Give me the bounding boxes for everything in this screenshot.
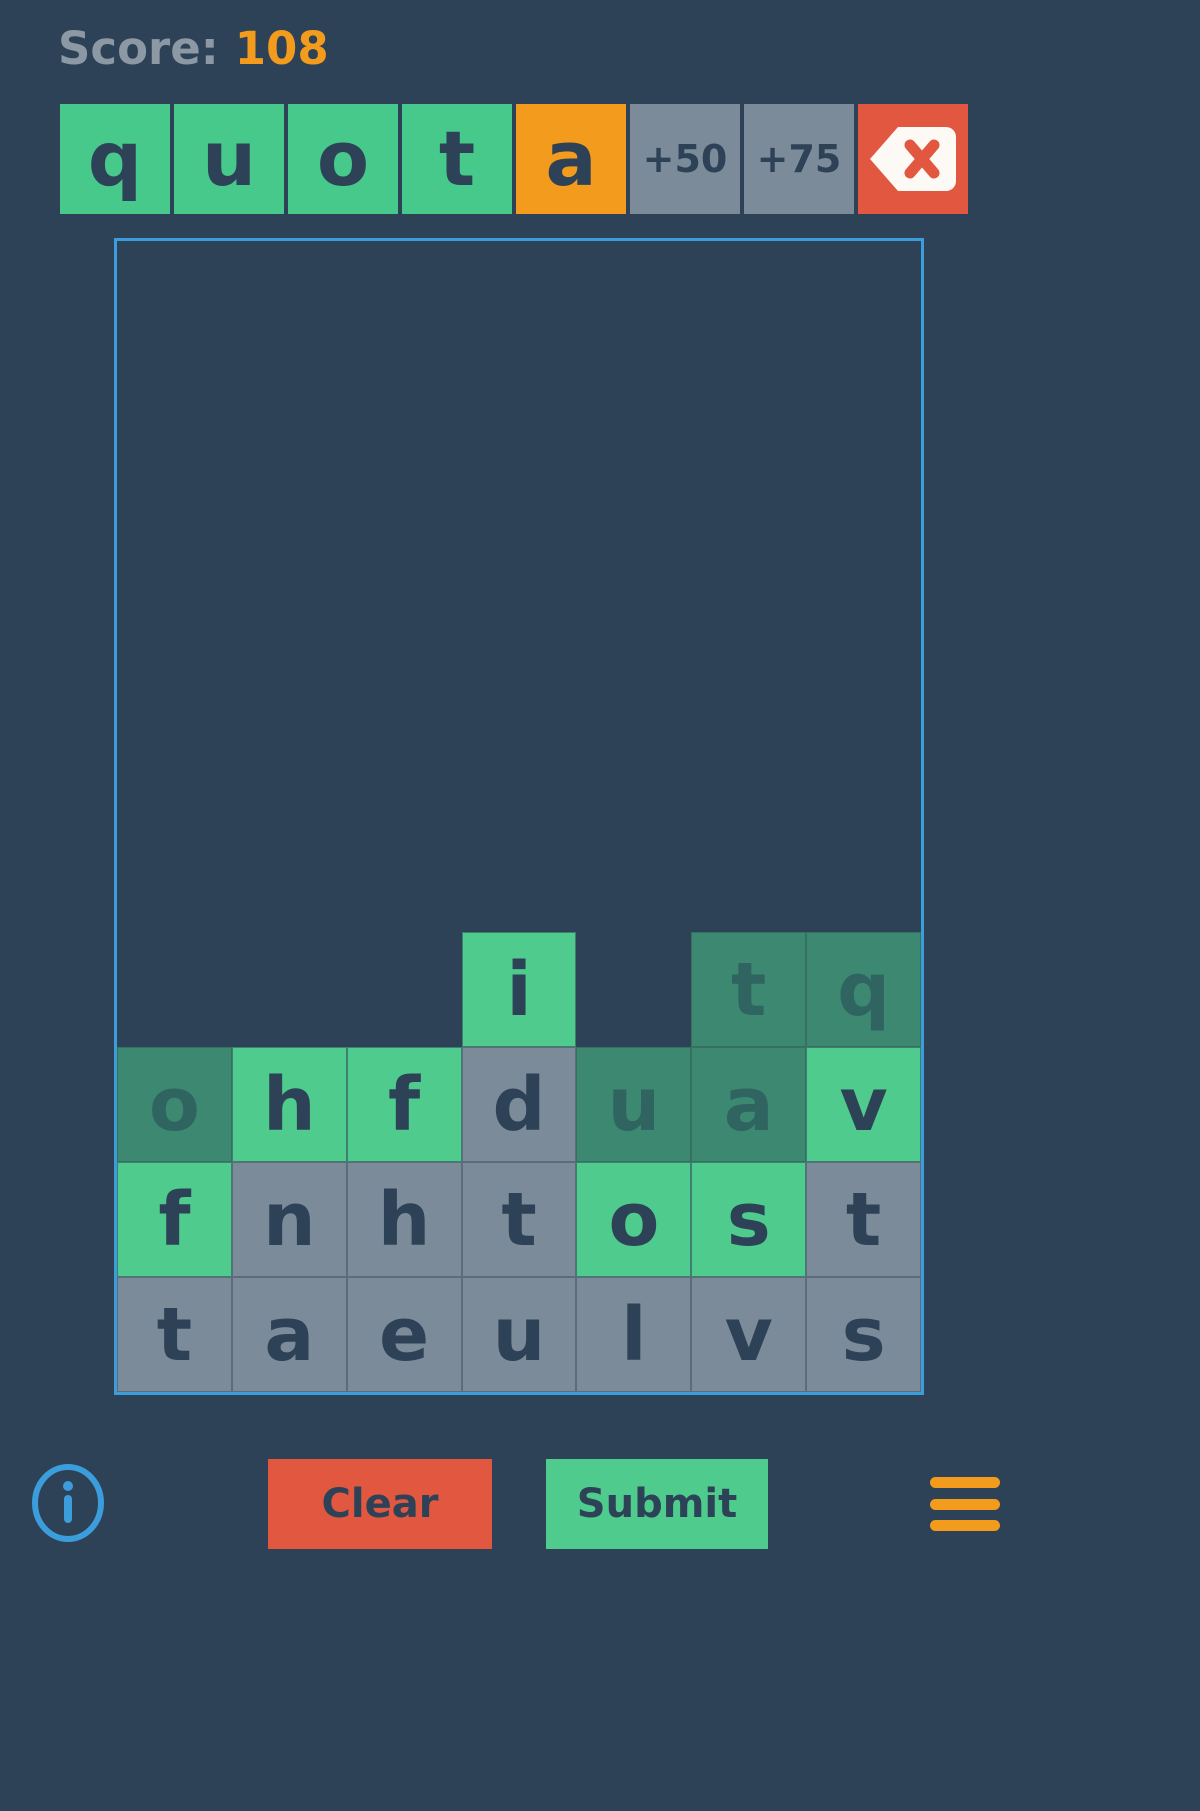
grid-letter-tile[interactable]: d <box>461 1047 577 1162</box>
grid-cell-empty <box>117 932 232 1047</box>
word-letter-tile[interactable]: t <box>402 104 512 214</box>
grid-cell-empty <box>576 817 691 932</box>
grid-letter-tile[interactable]: f <box>117 1162 232 1277</box>
grid-letter-tile[interactable]: h <box>231 1047 347 1162</box>
grid-letter-tile[interactable]: h <box>346 1162 462 1277</box>
grid-letter-tile[interactable]: t <box>117 1277 232 1392</box>
score-label: Score: <box>58 22 219 75</box>
word-letter-tile[interactable]: u <box>174 104 284 214</box>
bonus-tile[interactable]: +50 <box>630 104 740 214</box>
grid-cell-empty <box>462 817 577 932</box>
grid-row: taeulvs <box>117 1277 922 1392</box>
grid-letter-tile[interactable]: u <box>576 1047 692 1162</box>
grid-cell-empty <box>347 817 462 932</box>
submit-button[interactable]: Submit <box>546 1459 768 1549</box>
grid-cell-empty <box>117 817 232 932</box>
grid-letter-tile[interactable]: o <box>576 1162 692 1277</box>
grid-letter-tile[interactable]: a <box>691 1047 807 1162</box>
grid-row: ohfduav <box>117 1047 922 1162</box>
grid-letter-tile[interactable]: l <box>576 1277 692 1392</box>
bonus-tile[interactable]: +75 <box>744 104 854 214</box>
grid-letter-tile[interactable]: o <box>117 1047 232 1162</box>
score-value: 108 <box>234 22 329 75</box>
grid-cell-empty <box>691 817 806 932</box>
grid-row: fnhtost <box>117 1162 922 1277</box>
grid-cell-empty <box>232 817 347 932</box>
menu-bar-1 <box>930 1477 1000 1488</box>
grid-letter-tile[interactable]: t <box>691 932 807 1047</box>
clear-button[interactable]: Clear <box>268 1459 492 1549</box>
grid-letter-tile[interactable]: q <box>806 932 922 1047</box>
grid-letter-tile[interactable]: n <box>231 1162 347 1277</box>
grid-letter-tile[interactable]: v <box>806 1047 922 1162</box>
score-header: Score: 108 <box>58 22 329 75</box>
grid-letter-tile[interactable]: e <box>346 1277 462 1392</box>
grid-letter-tile[interactable]: s <box>691 1162 807 1277</box>
word-letter-tile[interactable]: q <box>60 104 170 214</box>
grid-letter-tile[interactable]: t <box>461 1162 577 1277</box>
word-letter-tile[interactable]: o <box>288 104 398 214</box>
grid-letter-tile[interactable]: i <box>461 932 577 1047</box>
bottom-action-bar: Clear Submit <box>0 1425 1200 1611</box>
menu-bar-3 <box>930 1520 1000 1531</box>
grid-letter-tile[interactable]: t <box>806 1162 922 1277</box>
current-word-row: q u o t a +50 +75 <box>60 104 968 214</box>
grid-letter-tile[interactable]: u <box>461 1277 577 1392</box>
grid-cell-empty <box>576 932 691 1047</box>
backspace-delete-icon[interactable] <box>858 104 968 214</box>
hamburger-menu-icon[interactable] <box>930 1469 1000 1539</box>
grid-cell-empty <box>232 932 347 1047</box>
grid-letter-tile[interactable]: f <box>346 1047 462 1162</box>
letter-grid-board: itqohfduavfnhtosttaeulvs <box>114 238 924 1395</box>
letter-grid: itqohfduavfnhtosttaeulvs <box>117 817 922 1392</box>
word-letter-tile[interactable]: a <box>516 104 626 214</box>
info-circle-icon[interactable] <box>28 1463 108 1543</box>
grid-letter-tile[interactable]: v <box>691 1277 807 1392</box>
grid-row: itq <box>117 932 922 1047</box>
clear-button-label: Clear <box>321 1481 439 1527</box>
grid-letter-tile[interactable]: a <box>231 1277 347 1392</box>
grid-cell-empty <box>347 932 462 1047</box>
grid-row <box>117 817 921 932</box>
submit-button-label: Submit <box>576 1481 738 1527</box>
grid-cell-empty <box>806 817 921 932</box>
menu-bar-2 <box>930 1498 1000 1510</box>
grid-letter-tile[interactable]: s <box>806 1277 922 1392</box>
